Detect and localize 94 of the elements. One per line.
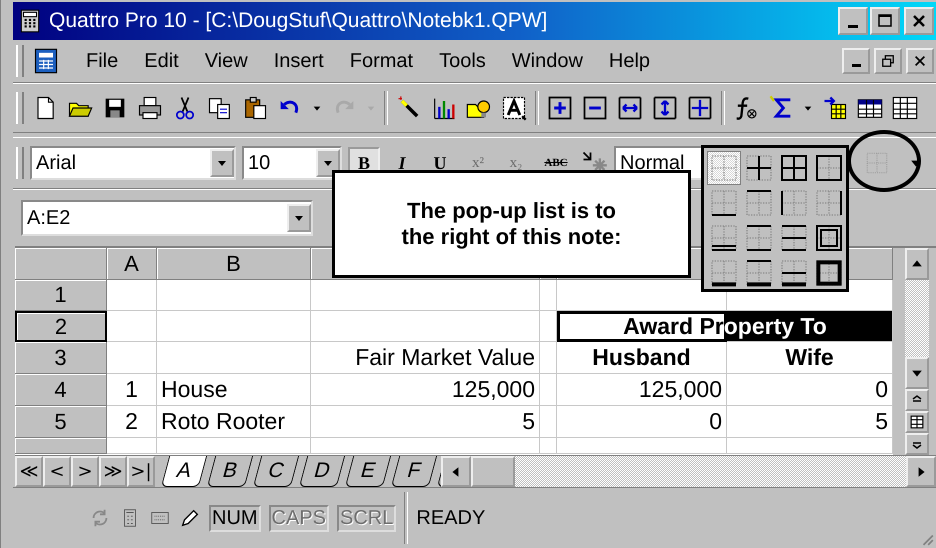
pencil-icon[interactable] (179, 507, 201, 529)
border-option-icon[interactable] (813, 152, 845, 184)
column-header[interactable]: A (107, 248, 157, 280)
sheet-tab[interactable]: A (160, 456, 208, 487)
sheet-nav-button[interactable]: ≫ (99, 456, 127, 487)
fit-cells-icon[interactable] (686, 94, 714, 122)
format-button[interactable]: ABC (538, 147, 574, 179)
row-header[interactable]: 4 (15, 374, 107, 406)
format-button[interactable]: I (386, 147, 418, 179)
cell-text: 1 (125, 376, 138, 403)
select-all-corner[interactable] (15, 248, 107, 280)
row-header[interactable] (15, 438, 107, 454)
sheet-nav-button[interactable]: < (43, 456, 71, 487)
cell-text: Roto Rooter (161, 408, 286, 435)
scroll-up-button[interactable] (905, 248, 929, 280)
row-header[interactable]: 3 (15, 342, 107, 374)
cell-text: 125,000 (638, 376, 722, 403)
row-header[interactable]: 5 (15, 406, 107, 438)
status-indicator: CAPS (268, 504, 330, 532)
minimize-icon (852, 64, 860, 67)
grid-icon[interactable] (891, 94, 919, 122)
note-text: The pop-up list is to the right of this note: (402, 198, 622, 250)
menu-item[interactable]: Format (350, 50, 414, 72)
sheet-tab[interactable]: C (252, 456, 300, 487)
minimize-button[interactable] (838, 7, 868, 35)
font-size-dropdown[interactable]: 10 (242, 146, 342, 180)
pane-button[interactable] (905, 411, 929, 433)
maximize-icon (877, 13, 893, 29)
toolbar-grip[interactable] (16, 147, 24, 179)
cell-text: 0 (709, 408, 722, 435)
scroll-down-button[interactable] (905, 357, 929, 389)
status-indicator: SCRL (337, 504, 396, 532)
cell-text: 2 (125, 408, 138, 435)
spreadsheet-icon (32, 46, 60, 76)
sheet-tab[interactable]: B (206, 456, 254, 487)
border-option-icon[interactable] (778, 152, 810, 184)
menu-item[interactable]: View (204, 50, 248, 72)
pane-button[interactable] (905, 433, 929, 455)
cell-text: Wife (785, 344, 834, 371)
pane-button[interactable] (905, 389, 929, 411)
row-height-icon[interactable] (651, 94, 679, 122)
restore-button[interactable] (874, 48, 902, 74)
sheet-nav-button[interactable]: > (71, 456, 99, 487)
toolbar-grip[interactable] (16, 92, 24, 124)
caret-icon (323, 158, 333, 168)
text-frame-icon[interactable] (500, 94, 528, 122)
menu-item[interactable]: Edit (144, 50, 179, 72)
scroll-right-button[interactable] (906, 456, 936, 487)
format-button[interactable]: U (424, 147, 456, 179)
sheet-nav-button[interactable]: >| (127, 456, 155, 487)
column-width-icon[interactable] (616, 94, 644, 122)
minimize-button[interactable] (842, 48, 870, 74)
close-button[interactable] (906, 48, 934, 74)
menu-item[interactable]: Help (608, 50, 650, 72)
cell-text: 125,000 (452, 376, 535, 403)
menu-item[interactable]: Tools (439, 50, 486, 72)
window-title: Quattro Pro 10 - [C:\DougStuf\Quattro\Notebk1.QPW] (49, 9, 548, 33)
caret-icon (294, 213, 304, 223)
print-icon[interactable] (136, 94, 164, 122)
minimize-icon (848, 25, 858, 28)
cell-text: 5 (875, 408, 888, 435)
sheet-nav-button[interactable]: ≪ (15, 456, 43, 487)
status-indicator: NUM (209, 504, 261, 532)
close-icon (913, 54, 927, 68)
border-option-icon[interactable] (813, 222, 845, 254)
resize-grip-icon[interactable] (920, 532, 934, 546)
font-dropdown[interactable]: Arial (30, 146, 236, 180)
cell-name-box[interactable]: A:E2 (21, 200, 313, 236)
menu-item[interactable]: Insert (274, 50, 324, 72)
cell-text: Husband (592, 344, 691, 371)
scroll-left-button[interactable] (441, 456, 471, 487)
row-header[interactable]: 2 (15, 311, 107, 342)
close-button[interactable] (904, 7, 934, 35)
menu-item[interactable]: Window (512, 50, 583, 72)
cell-text: 5 (522, 408, 535, 435)
insert-cells-icon[interactable] (546, 94, 574, 122)
maximize-button[interactable] (870, 7, 900, 35)
sheet-tab[interactable]: D (298, 456, 346, 487)
sheet-tab[interactable]: E (344, 456, 392, 487)
grid-icon (910, 415, 924, 429)
column-header[interactable]: B (157, 248, 311, 280)
caret-icon (217, 158, 227, 168)
delete-cells-icon[interactable] (581, 94, 609, 122)
cell-text: Fair Market Value (355, 344, 535, 371)
mode-indicator: READY (416, 506, 486, 530)
menu-item[interactable]: File (86, 50, 118, 72)
cell-text: 0 (875, 376, 888, 403)
restore-icon (881, 54, 895, 68)
sheet-tab[interactable]: F (390, 456, 438, 487)
toolbar-grip[interactable] (16, 45, 24, 77)
cell-text: House (161, 376, 228, 403)
close-icon (911, 13, 927, 29)
row-header[interactable]: 1 (15, 280, 107, 311)
scroll-thumb[interactable] (471, 456, 515, 487)
